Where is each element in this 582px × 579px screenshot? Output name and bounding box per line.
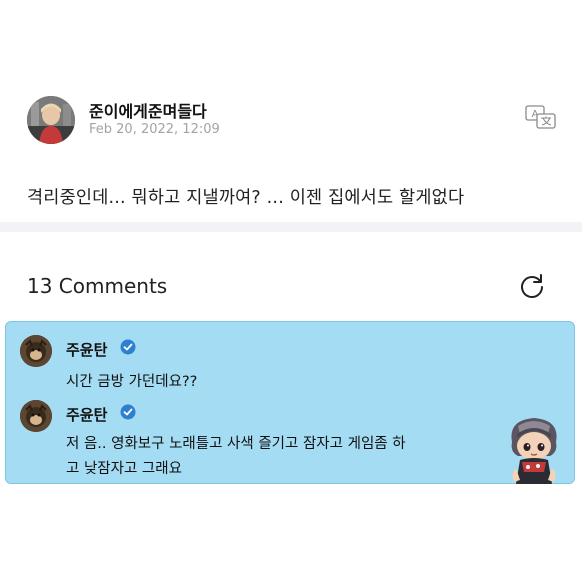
commenter-name[interactable]: 주윤탄 [66,339,107,360]
author-avatar[interactable] [27,96,75,144]
verified-badge-icon [120,339,136,355]
translate-icon[interactable]: A [525,104,557,130]
comment-item: 주윤탄 저 음.. 영화보구 노래틀고 사색 즐기고 잠자고 게임좀 하 고 낮… [20,400,490,480]
author-name[interactable]: 준이에게준며들다 [89,98,207,122]
commenter-name[interactable]: 주윤탄 [66,404,107,425]
refresh-icon[interactable] [518,272,546,300]
comment-thread: 주윤탄 시간 금방 가던데요?? 주윤탄 저 음.. 영화보구 노래틀고 사색 … [5,321,575,484]
post-body: 격리중인데... 뭐하고 지낼까여? ... 이젠 집에서도 할게없다 [27,188,465,208]
comment-text: 시간 금방 가던데요?? [66,374,198,390]
commenter-avatar[interactable] [20,335,52,367]
post-date: Feb 20, 2022, 12:09 [89,122,220,137]
character-sticker [498,412,570,484]
comment-text-line: 고 낮잠자고 그래요 [66,461,182,477]
commenter-avatar[interactable] [20,400,52,432]
section-divider [0,222,582,232]
comments-count-title: 13 Comments [27,274,168,298]
comment-item: 주윤탄 시간 금방 가던데요?? [20,335,560,395]
comment-text-line: 저 음.. 영화보구 노래틀고 사색 즐기고 잠자고 게임좀 하 [66,436,406,452]
post-header: 준이에게준며들다 Feb 20, 2022, 12:09 A [27,96,557,146]
verified-badge-icon [120,404,136,420]
